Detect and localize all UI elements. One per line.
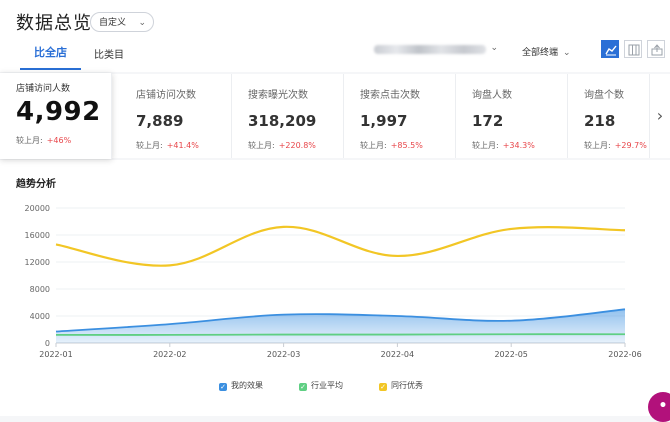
- y-tick-label: 0: [45, 339, 50, 348]
- checkbox-icon: ✓: [299, 383, 307, 391]
- metric-label: 询盘个数: [584, 86, 624, 101]
- metric-cards: 店铺访问人数 4,992 较上月: +46% 店铺访问次数 7,889 较上月: +…: [0, 74, 670, 158]
- store-select[interactable]: ⌄: [374, 43, 498, 57]
- industry-average-line: [56, 334, 625, 335]
- metric-change: +220.8%: [279, 141, 316, 150]
- x-tick-label: 2022-01: [39, 350, 72, 359]
- line-chart-view-button[interactable]: [601, 40, 619, 58]
- metric-value: 218: [584, 112, 615, 130]
- x-tick-label: 2022-04: [381, 350, 414, 359]
- metric-compare: 较上月: +220.8%: [248, 140, 316, 151]
- blurred-store-name: [374, 45, 486, 54]
- metric-value: 172: [472, 112, 503, 130]
- chart-legend: ✓ 我的效果 ✓ 行业平均 ✓ 同行优秀: [0, 380, 670, 394]
- compare-label: 较上月:: [584, 141, 611, 150]
- legend-label: 我的效果: [231, 381, 263, 390]
- trend-chart-panel: 趋势分析 0400080001200016000200002022-012022…: [0, 160, 670, 416]
- compare-label: 较上月:: [360, 141, 387, 150]
- metric-label: 店铺访问次数: [136, 86, 196, 101]
- metric-card[interactable]: 询盘人数 172 较上月: +34.3%: [456, 74, 568, 158]
- legend-item[interactable]: ✓ 我的效果: [219, 380, 263, 391]
- date-range-value: 自定义: [99, 18, 126, 28]
- chat-assistant-button[interactable]: •: [648, 392, 670, 422]
- peer-excellent-line: [56, 227, 625, 266]
- page-title: 数据总览: [16, 9, 92, 35]
- y-tick-label: 8000: [30, 285, 50, 294]
- tab-whole-store[interactable]: 比全店: [34, 44, 67, 60]
- chat-icon: •: [659, 398, 668, 414]
- metric-compare: 较上月: +34.3%: [472, 140, 535, 151]
- checkbox-icon: ✓: [219, 383, 227, 391]
- x-tick-label: 2022-03: [267, 350, 300, 359]
- legend-item[interactable]: ✓ 同行优秀: [379, 380, 423, 391]
- table-view-button[interactable]: [624, 40, 642, 58]
- metric-compare: 较上月: +85.5%: [360, 140, 423, 151]
- metric-card[interactable]: 店铺访问次数 7,889 较上月: +41.4%: [120, 74, 232, 158]
- next-metrics-button[interactable]: ›: [649, 74, 670, 158]
- chevron-down-icon: ⌄: [490, 43, 498, 53]
- metric-compare: 较上月: +29.7%: [584, 140, 647, 151]
- metric-label: 搜索曝光次数: [248, 86, 308, 101]
- table-icon: [628, 44, 640, 56]
- terminal-select[interactable]: 全部终端 ⌄: [522, 45, 571, 58]
- chevron-down-icon: ⌄: [138, 13, 146, 33]
- metric-compare: 较上月: +41.4%: [136, 140, 199, 151]
- metric-value: 1,997: [360, 112, 407, 130]
- metric-label: 店铺访问人数: [16, 81, 70, 94]
- metric-change: +46%: [47, 136, 71, 145]
- chevron-right-icon: ›: [657, 106, 663, 125]
- header: 数据总览 自定义 ⌄ 比全店 比类目 ⌄ 全部终端 ⌄: [0, 0, 670, 72]
- tab-category[interactable]: 比类目: [94, 46, 124, 61]
- x-tick-label: 2022-06: [608, 350, 641, 359]
- metric-label: 搜索点击次数: [360, 86, 420, 101]
- compare-label: 较上月:: [248, 141, 275, 150]
- legend-label: 行业平均: [311, 381, 343, 390]
- metric-compare: 较上月: +46%: [16, 135, 71, 146]
- y-tick-label: 20000: [25, 204, 50, 213]
- export-button[interactable]: [647, 40, 665, 58]
- metric-card[interactable]: 店铺访问人数 4,992 较上月: +46%: [0, 73, 112, 159]
- metric-change: +34.3%: [503, 141, 535, 150]
- checkbox-icon: ✓: [379, 383, 387, 391]
- y-tick-label: 12000: [25, 258, 50, 267]
- compare-label: 较上月:: [472, 141, 499, 150]
- metric-change: +41.4%: [167, 141, 199, 150]
- metric-value: 4,992: [16, 97, 101, 127]
- metric-label: 询盘人数: [472, 86, 512, 101]
- chevron-down-icon: ⌄: [563, 48, 571, 58]
- x-tick-label: 2022-05: [494, 350, 527, 359]
- metric-value: 318,209: [248, 112, 316, 130]
- metric-card[interactable]: 搜索点击次数 1,997 较上月: +85.5%: [344, 74, 456, 158]
- metric-value: 7,889: [136, 112, 183, 130]
- legend-item[interactable]: ✓ 行业平均: [299, 380, 343, 391]
- metric-change: +29.7%: [615, 141, 647, 150]
- metric-card[interactable]: 搜索曝光次数 318,209 较上月: +220.8%: [232, 74, 344, 158]
- date-range-select[interactable]: 自定义 ⌄: [90, 12, 154, 32]
- legend-label: 同行优秀: [391, 381, 423, 390]
- y-tick-label: 4000: [30, 312, 50, 321]
- terminal-select-value: 全部终端: [522, 48, 558, 58]
- line-chart-icon: [605, 44, 617, 56]
- export-icon: [651, 44, 663, 56]
- metric-change: +85.5%: [391, 141, 423, 150]
- compare-label: 较上月:: [16, 136, 43, 145]
- compare-label: 较上月:: [136, 141, 163, 150]
- x-tick-label: 2022-02: [153, 350, 186, 359]
- y-tick-label: 16000: [25, 231, 50, 240]
- trend-chart: 0 4000 8000 12000 16000 20000 2022-01 2022-02 20…: [0, 160, 670, 375]
